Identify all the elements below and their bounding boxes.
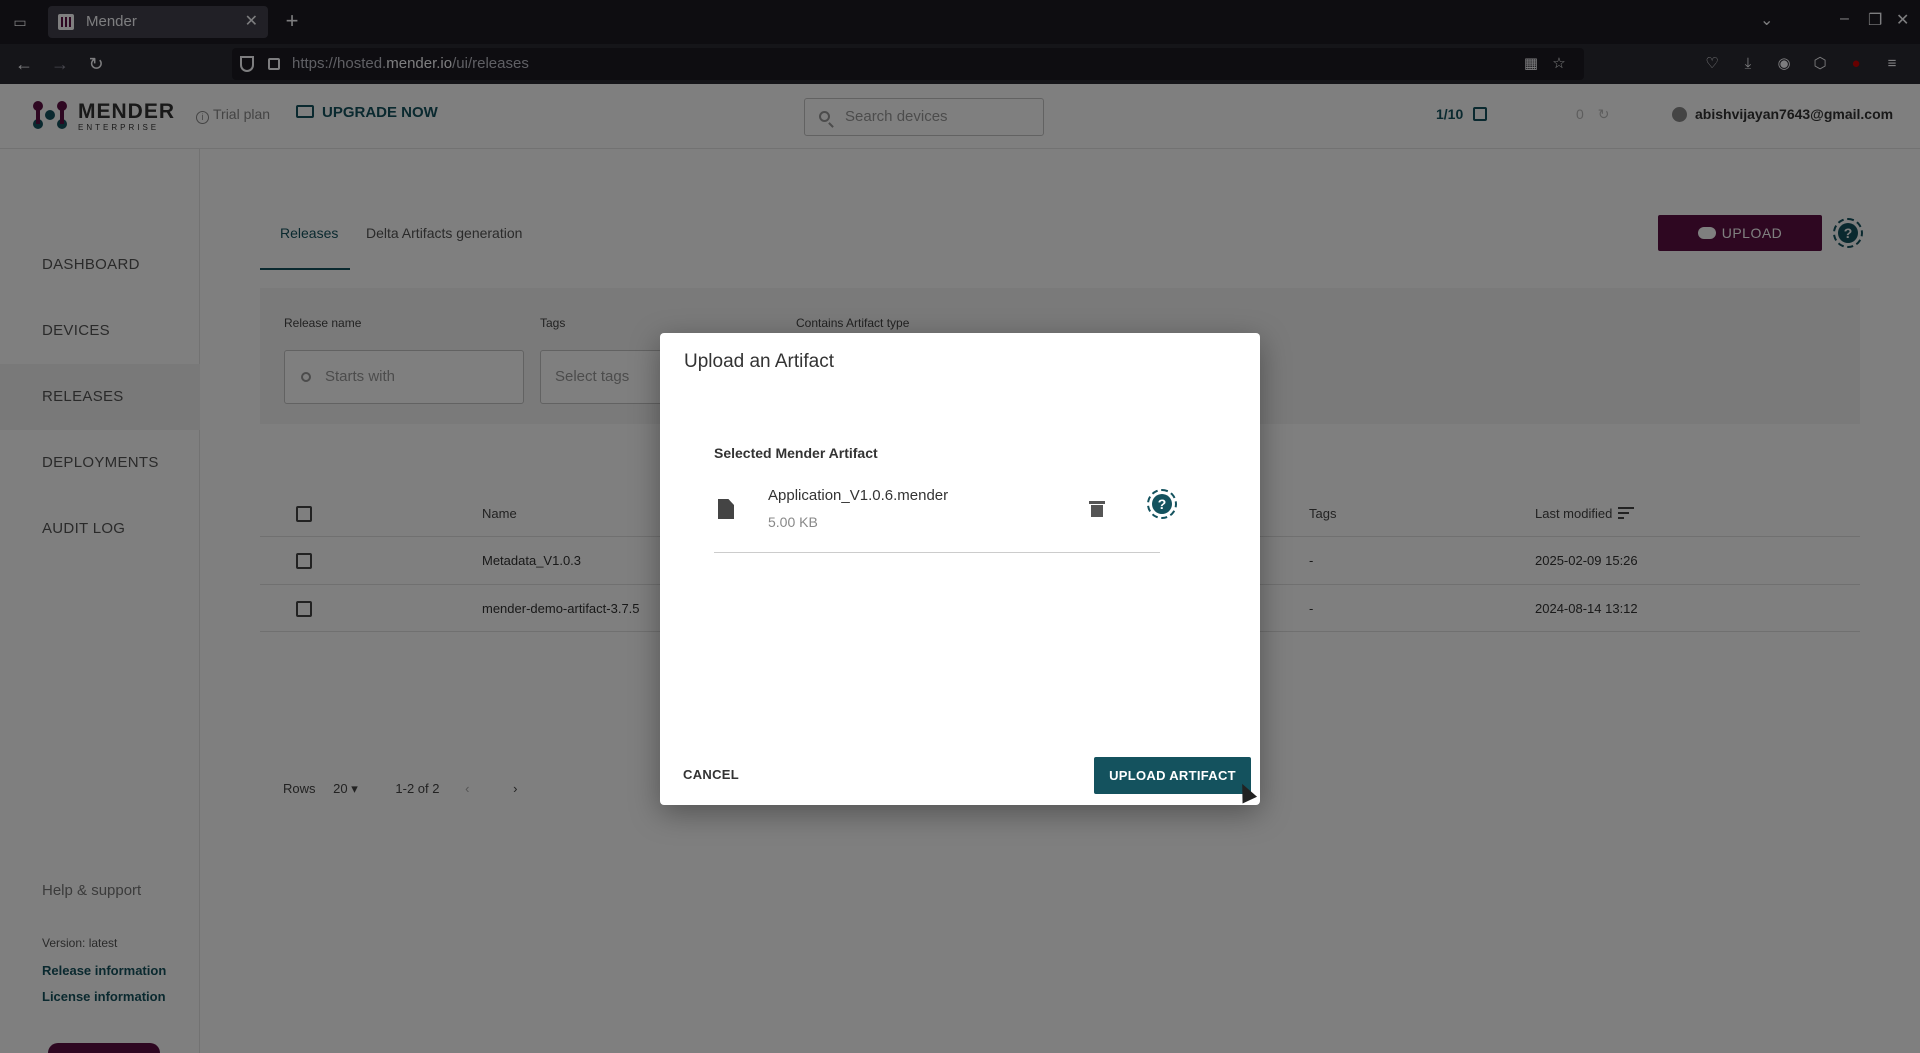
dialog-title: Upload an Artifact [684, 351, 834, 372]
upload-artifact-dialog: Upload an Artifact Selected Mender Artif… [660, 333, 1260, 805]
upload-artifact-button[interactable]: UPLOAD ARTIFACT [1094, 757, 1251, 794]
divider [714, 552, 1160, 553]
file-icon [718, 499, 734, 519]
artifact-file-size: 5.00 KB [768, 514, 818, 530]
cancel-button[interactable]: CANCEL [683, 767, 739, 782]
delete-icon[interactable] [1089, 501, 1105, 517]
help-icon[interactable]: ? [1147, 489, 1177, 519]
artifact-file-name: Application_V1.0.6.mender [768, 487, 949, 504]
selected-artifact-heading: Selected Mender Artifact [714, 445, 878, 461]
